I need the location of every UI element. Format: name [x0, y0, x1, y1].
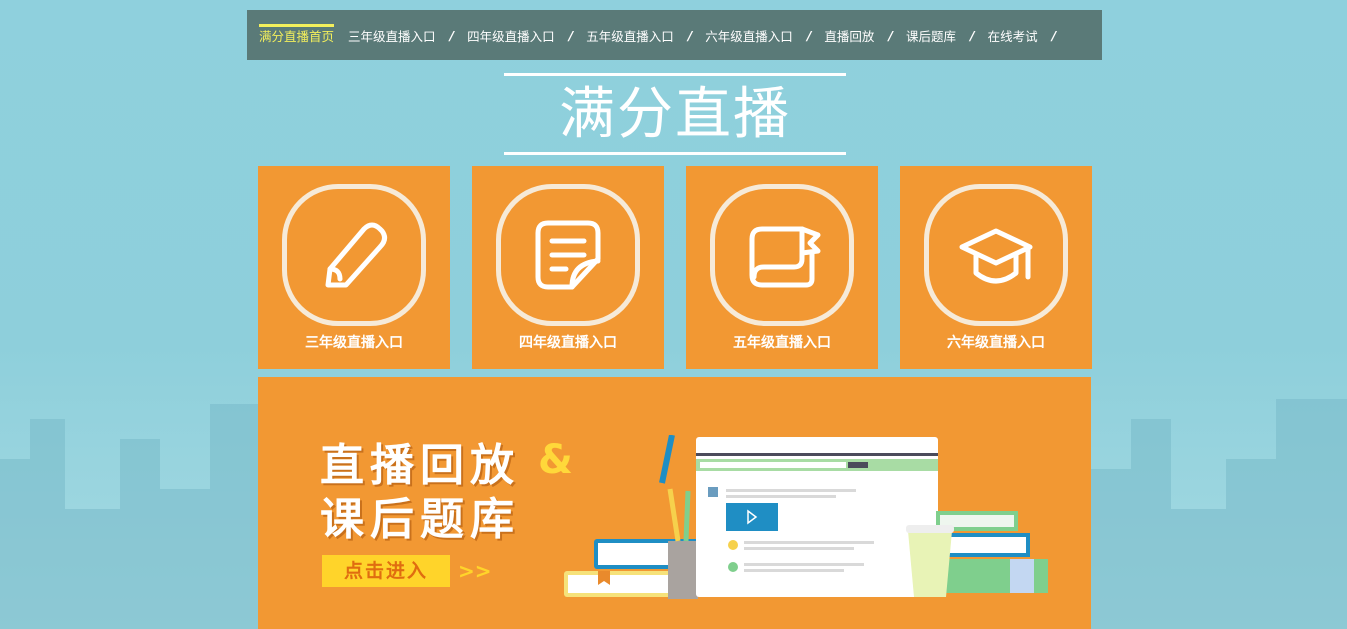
top-nav: 满分直播首页 / 三年级直播入口 / 四年级直播入口 / 五年级直播入口 / 六… — [247, 10, 1102, 60]
study-illustration — [564, 435, 1048, 599]
banner-heading: 直播回放 课后题库 — [320, 440, 520, 545]
replay-banner[interactable]: 直播回放 课后题库 & 点击进入 >> — [258, 377, 1091, 629]
nav-grade4[interactable]: 四年级直播入口 — [467, 10, 555, 60]
page-title: 满分直播 — [559, 82, 791, 147]
nav-separator: / — [806, 27, 812, 43]
icon-ring — [924, 184, 1068, 326]
icon-ring — [282, 184, 426, 326]
title-top-line — [504, 73, 846, 76]
arrows-icon: >> — [458, 559, 492, 583]
graduation-cap-icon — [959, 228, 1033, 284]
card-grade4[interactable]: 四年级直播入口 — [472, 166, 664, 369]
card-grade5[interactable]: 五年级直播入口 — [686, 166, 878, 369]
nav-grade6[interactable]: 六年级直播入口 — [705, 10, 793, 60]
nav-separator: / — [1051, 27, 1057, 43]
pencil-icon — [325, 222, 388, 288]
card-grade6[interactable]: 六年级直播入口 — [900, 166, 1092, 369]
card-label: 四年级直播入口 — [519, 335, 617, 351]
card-label: 六年级直播入口 — [947, 335, 1045, 351]
title-bottom-line — [504, 152, 846, 155]
card-grade3[interactable]: 三年级直播入口 — [258, 166, 450, 369]
document-icon — [535, 220, 601, 290]
nav-replay[interactable]: 直播回放 — [824, 10, 874, 60]
nav-online-exam[interactable]: 在线考试 — [988, 10, 1038, 60]
nav-grade5[interactable]: 五年级直播入口 — [586, 10, 674, 60]
enter-button[interactable]: 点击进入 — [322, 555, 450, 587]
card-label: 五年级直播入口 — [733, 335, 831, 351]
nav-home[interactable]: 满分直播首页 — [259, 10, 335, 60]
nav-separator: / — [687, 27, 693, 43]
nav-question-bank[interactable]: 课后题库 — [906, 10, 956, 60]
icon-ring — [710, 184, 854, 326]
nav-grade3[interactable]: 三年级直播入口 — [348, 10, 436, 60]
book-bookmark-icon — [749, 226, 821, 288]
icon-ring — [496, 184, 640, 326]
nav-separator: / — [888, 27, 893, 43]
card-label: 三年级直播入口 — [305, 335, 403, 351]
nav-separator: / — [970, 27, 975, 43]
nav-separator: / — [449, 27, 455, 43]
nav-separator: / — [568, 27, 574, 43]
